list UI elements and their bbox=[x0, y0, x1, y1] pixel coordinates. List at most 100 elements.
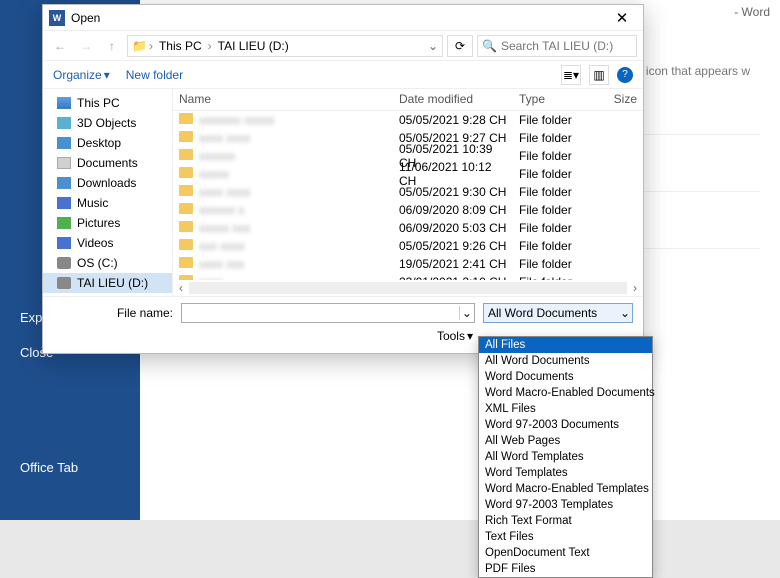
breadcrumb-item[interactable]: This PC bbox=[155, 39, 206, 53]
tree-item[interactable]: Documents bbox=[43, 153, 172, 173]
chevron-down-icon: ▾ bbox=[104, 68, 110, 82]
breadcrumb-item[interactable]: TAI LIEU (D:) bbox=[214, 39, 293, 53]
filter-option[interactable]: Word Macro-Enabled Documents bbox=[479, 385, 652, 401]
scroll-track[interactable] bbox=[189, 282, 627, 294]
nav-tree: This PC3D ObjectsDesktopDocumentsDownloa… bbox=[43, 89, 173, 296]
filter-option[interactable]: Word 97-2003 Templates bbox=[479, 497, 652, 513]
folder-icon bbox=[179, 185, 193, 196]
chevron-right-icon: › bbox=[208, 39, 212, 53]
filename-input[interactable] bbox=[182, 306, 459, 320]
file-row[interactable]: xxxxxxx xxxxx05/05/2021 9:28 CHFile fold… bbox=[173, 111, 643, 129]
filetype-filter[interactable]: All Word Documents ⌄ bbox=[483, 303, 633, 323]
filter-selected: All Word Documents bbox=[488, 306, 597, 320]
filter-option[interactable]: All Web Pages bbox=[479, 433, 652, 449]
forward-button[interactable]: → bbox=[75, 35, 97, 57]
filter-option[interactable]: Word Macro-Enabled Templates bbox=[479, 481, 652, 497]
filter-option[interactable]: All Word Templates bbox=[479, 449, 652, 465]
file-list: Name Date modified Type Size xxxxxxx xxx… bbox=[173, 89, 643, 296]
col-name[interactable]: Name bbox=[173, 89, 393, 110]
chevron-right-icon: › bbox=[149, 39, 153, 53]
chevron-down-icon[interactable]: ⌄ bbox=[428, 39, 438, 53]
preview-pane-button[interactable]: ▥ bbox=[589, 65, 609, 85]
tree-item[interactable]: Desktop bbox=[43, 133, 172, 153]
filter-option[interactable]: PDF Files bbox=[479, 561, 652, 577]
breadcrumb[interactable]: 📁 › This PC › TAI LIEU (D:) ⌄ bbox=[127, 35, 443, 57]
h-scrollbar[interactable]: ‹ › bbox=[173, 280, 643, 296]
chevron-down-icon: ▾ bbox=[467, 329, 473, 343]
filter-option[interactable]: Word Templates bbox=[479, 465, 652, 481]
close-icon[interactable]: ✕ bbox=[607, 9, 637, 27]
folder-icon bbox=[179, 149, 193, 160]
filter-option[interactable]: Text Files bbox=[479, 529, 652, 545]
filter-option[interactable]: XML Files bbox=[479, 401, 652, 417]
tree-item[interactable]: Videos bbox=[43, 233, 172, 253]
col-type[interactable]: Type bbox=[513, 89, 593, 110]
filename-combobox[interactable]: ⌄ bbox=[181, 303, 475, 323]
folder-icon bbox=[179, 257, 193, 268]
drive-icon bbox=[57, 157, 71, 169]
search-input[interactable] bbox=[501, 39, 632, 53]
dialog-title: Open bbox=[71, 11, 100, 25]
drive-icon bbox=[57, 237, 71, 249]
tree-item[interactable]: Music bbox=[43, 193, 172, 213]
file-row[interactable]: xxxx xxx19/05/2021 2:41 CHFile folder bbox=[173, 255, 643, 273]
file-row[interactable]: xxx xxxx05/05/2021 9:26 CHFile folder bbox=[173, 237, 643, 255]
drive-icon bbox=[57, 137, 71, 149]
file-row[interactable]: xxxxxx x06/09/2020 8:09 CHFile folder bbox=[173, 201, 643, 219]
folder-icon bbox=[179, 167, 193, 178]
chevron-down-icon: ⌄ bbox=[620, 306, 630, 320]
filter-option[interactable]: OpenDocument Text bbox=[479, 545, 652, 561]
up-button[interactable]: ↑ bbox=[101, 35, 123, 57]
folder-icon bbox=[179, 113, 193, 124]
file-row[interactable]: xxxxx11/06/2021 10:12 CHFile folder bbox=[173, 165, 643, 183]
newfolder-button[interactable]: New folder bbox=[126, 68, 183, 82]
drive-icon bbox=[57, 177, 71, 189]
search-box[interactable]: 🔍 bbox=[477, 35, 637, 57]
search-icon: 🔍 bbox=[482, 39, 497, 53]
dialog-navbar: ← → ↑ 📁 › This PC › TAI LIEU (D:) ⌄ ⟳ 🔍 bbox=[43, 31, 643, 61]
organize-button[interactable]: Organize ▾ bbox=[53, 68, 110, 82]
folder-icon bbox=[179, 239, 193, 250]
open-dialog: W Open ✕ ← → ↑ 📁 › This PC › TAI LIEU (D… bbox=[42, 4, 644, 354]
scroll-left-icon[interactable]: ‹ bbox=[173, 281, 189, 295]
drive-icon bbox=[57, 197, 71, 209]
tree-item[interactable]: OS (C:) bbox=[43, 253, 172, 273]
tree-item[interactable]: This PC bbox=[43, 93, 172, 113]
refresh-button[interactable]: ⟳ bbox=[447, 35, 473, 57]
filename-label: File name: bbox=[53, 306, 173, 320]
filter-option[interactable]: Rich Text Format bbox=[479, 513, 652, 529]
tree-item[interactable]: Downloads bbox=[43, 173, 172, 193]
folder-icon bbox=[179, 131, 193, 142]
tools-button[interactable]: Tools ▾ bbox=[437, 329, 473, 343]
file-row[interactable]: xxxx xxxx05/05/2021 9:30 CHFile folder bbox=[173, 183, 643, 201]
tree-item[interactable]: TAI LIEU (D:) bbox=[43, 273, 172, 293]
tree-item[interactable]: 3D Objects bbox=[43, 113, 172, 133]
filter-option[interactable]: Word 97-2003 Documents bbox=[479, 417, 652, 433]
help-icon[interactable]: ? bbox=[617, 67, 633, 83]
filter-option[interactable]: All Word Documents bbox=[479, 353, 652, 369]
drive-icon bbox=[57, 97, 71, 109]
drive-icon bbox=[57, 257, 71, 269]
drive-icon bbox=[57, 217, 71, 229]
col-size[interactable]: Size bbox=[593, 89, 643, 110]
view-options-button[interactable]: ≣▾ bbox=[561, 65, 581, 85]
back-button[interactable]: ← bbox=[49, 35, 71, 57]
word-logo-icon: W bbox=[49, 10, 65, 26]
backstage-officetab[interactable]: Office Tab bbox=[0, 450, 140, 485]
dialog-titlebar: W Open ✕ bbox=[43, 5, 643, 31]
file-row[interactable]: xxxxx xxx06/09/2020 5:03 CHFile folder bbox=[173, 219, 643, 237]
col-date[interactable]: Date modified bbox=[393, 89, 513, 110]
filter-option[interactable]: All Files bbox=[479, 337, 652, 353]
drive-icon bbox=[57, 117, 71, 129]
folder-icon bbox=[179, 203, 193, 214]
chevron-down-icon[interactable]: ⌄ bbox=[459, 306, 474, 320]
tree-item[interactable]: Pictures bbox=[43, 213, 172, 233]
filter-option[interactable]: Word Documents bbox=[479, 369, 652, 385]
filetype-dropdown[interactable]: All FilesAll Word DocumentsWord Document… bbox=[478, 336, 653, 578]
drive-icon bbox=[57, 277, 71, 289]
list-header: Name Date modified Type Size bbox=[173, 89, 643, 111]
folder-icon bbox=[179, 221, 193, 232]
word-title-suffix: - Word bbox=[734, 5, 770, 19]
file-row[interactable]: xxxx23/01/2021 2:10 CHFile folder bbox=[173, 273, 643, 280]
scroll-right-icon[interactable]: › bbox=[627, 281, 643, 295]
